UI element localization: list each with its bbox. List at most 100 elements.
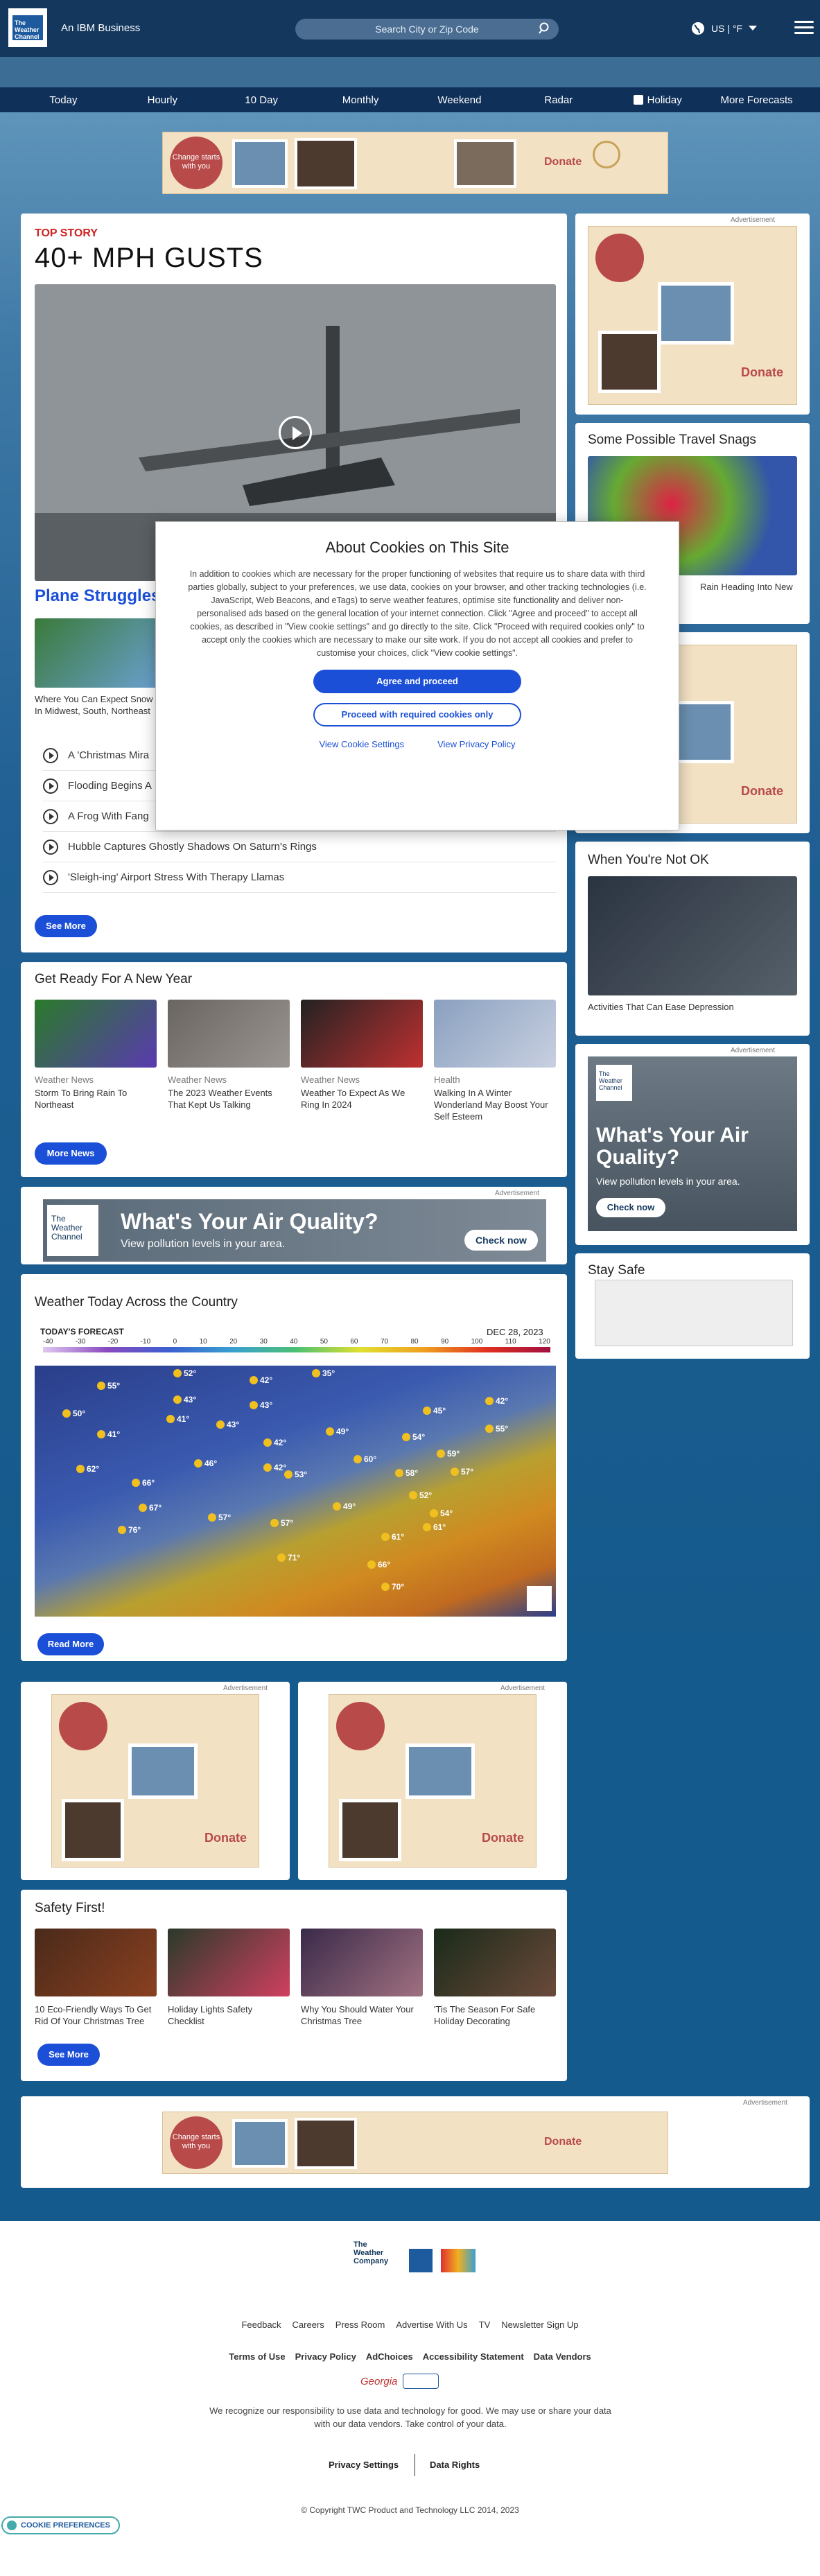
- nav-today[interactable]: Today: [14, 94, 113, 106]
- ny-thumb-4[interactable]: [434, 1000, 556, 1068]
- list-item[interactable]: Hubble Captures Ghostly Shadows On Satur…: [43, 832, 556, 862]
- search-input[interactable]: Search City or Zip Code: [295, 19, 559, 40]
- bottom-ad-right[interactable]: Donate: [329, 1694, 537, 1868]
- scale-label: -40: [43, 1338, 53, 1346]
- nav-10-day[interactable]: 10 Day: [212, 94, 311, 106]
- more-news-button[interactable]: More News: [35, 1142, 107, 1165]
- safety-see-more-button[interactable]: See More: [37, 2044, 100, 2066]
- temp-value: 42°: [496, 1396, 509, 1406]
- shield-icon: [7, 2521, 17, 2530]
- wu-logo[interactable]: [441, 2249, 476, 2272]
- footer-link[interactable]: Advertise With Us: [396, 2320, 467, 2330]
- weather-icon: [76, 1465, 85, 1473]
- footer-link[interactable]: Feedback: [241, 2320, 281, 2330]
- footer-link[interactable]: Careers: [293, 2320, 324, 2330]
- weather-company-logo[interactable]: The Weather Company: [354, 2240, 392, 2282]
- privacy-settings-link[interactable]: Privacy Settings: [329, 2460, 399, 2470]
- top-story-headline[interactable]: 40+ MPH GUSTS: [35, 243, 263, 274]
- footer-link[interactable]: AdChoices: [366, 2351, 413, 2362]
- ny-thumb-1[interactable]: [35, 1000, 157, 1068]
- nav-holiday[interactable]: Holiday: [608, 94, 707, 106]
- ny-title-4[interactable]: Walking In A Winter Wonderland May Boost…: [434, 1087, 552, 1122]
- not-ok-caption[interactable]: Activities That Can Ease Depression: [588, 1001, 734, 1013]
- footer-link[interactable]: Privacy Policy: [295, 2351, 356, 2362]
- not-ok-title[interactable]: When You're Not OK: [588, 853, 709, 868]
- temp-value: 49°: [343, 1502, 356, 1511]
- stay-safe-title[interactable]: Stay Safe: [588, 1263, 645, 1278]
- footer-link[interactable]: TV: [479, 2320, 491, 2330]
- donate-label: Donate: [482, 1831, 525, 1845]
- temp-value: 43°: [260, 1400, 273, 1410]
- footer-link[interactable]: Newsletter Sign Up: [501, 2320, 578, 2330]
- new-year-title[interactable]: Get Ready For A New Year: [35, 972, 192, 987]
- read-more-button[interactable]: Read More: [37, 1633, 104, 1655]
- georgia-badge[interactable]: Georgia: [360, 2374, 439, 2389]
- top-ad-banner[interactable]: Change starts with you Donate: [162, 132, 668, 194]
- nav-more-forecasts[interactable]: More Forecasts: [707, 94, 806, 106]
- twc-logo[interactable]: The Weather Channel: [8, 8, 47, 47]
- list-item[interactable]: 'Sleigh-ing' Airport Stress With Therapy…: [43, 862, 556, 893]
- ny-cat-3: Weather News: [301, 1074, 360, 1085]
- air-quality-banner[interactable]: The Weather Channel What's Your Air Qual…: [43, 1199, 546, 1262]
- temp-value: 57°: [281, 1518, 294, 1528]
- safety-title-4[interactable]: 'Tis The Season For Safe Holiday Decorat…: [434, 2003, 556, 2027]
- nav-monthly[interactable]: Monthly: [311, 94, 410, 106]
- footer-links-row2: Terms of Use Privacy Policy AdChoices Ac…: [0, 2351, 820, 2362]
- twc-logo: The Weather Channel: [47, 1205, 98, 1256]
- ny-title-2[interactable]: The 2023 Weather Events That Kept Us Tal…: [168, 1087, 286, 1111]
- unit-selector[interactable]: US | °F: [690, 21, 758, 36]
- safety-thumb-3[interactable]: [301, 1929, 423, 1996]
- plane-struggles-title[interactable]: Plane Struggles: [35, 586, 160, 606]
- check-now-button[interactable]: Check now: [596, 1198, 665, 1217]
- air-banner-check-now[interactable]: Check now: [464, 1230, 538, 1251]
- twc-footer-logo[interactable]: [409, 2249, 433, 2272]
- view-cookie-settings-link[interactable]: View Cookie Settings: [319, 739, 404, 749]
- safety-thumb-4[interactable]: [434, 1929, 556, 1996]
- weather-icon: [132, 1479, 140, 1487]
- ny-title-3[interactable]: Weather To Expect As We Ring In 2024: [301, 1087, 419, 1111]
- footer-link[interactable]: Terms of Use: [229, 2351, 285, 2362]
- temp-value: 58°: [405, 1468, 419, 1478]
- not-ok-thumbnail[interactable]: [588, 876, 797, 995]
- safety-thumb-1[interactable]: [35, 1929, 157, 1996]
- scale-label: 60: [350, 1338, 358, 1346]
- view-privacy-policy-link[interactable]: View Privacy Policy: [437, 739, 515, 749]
- snow-card-title[interactable]: Where You Can Expect Snow In Midwest, So…: [35, 693, 159, 717]
- footer-link[interactable]: Accessibility Statement: [423, 2351, 524, 2362]
- weather-map-title[interactable]: Weather Today Across the Country: [35, 1295, 238, 1310]
- travel-caption[interactable]: Rain Heading Into New: [700, 581, 793, 593]
- sidebar-ad-creative[interactable]: Donate: [588, 226, 797, 405]
- ny-title-1[interactable]: Storm To Bring Rain To Northeast: [35, 1087, 152, 1111]
- travel-snags-title[interactable]: Some Possible Travel Snags: [588, 433, 756, 448]
- ny-thumb-2[interactable]: [168, 1000, 290, 1068]
- us-weather-map[interactable]: 52° 55° 42° 35° 43° 43° 45° 42° 50° 41° 43° 49° 41° 5…: [35, 1366, 556, 1617]
- safety-title-2[interactable]: Holiday Lights Safety Checklist: [168, 2003, 290, 2027]
- safety-thumb-2[interactable]: [168, 1929, 290, 1996]
- bottom-ad-left[interactable]: Donate: [51, 1694, 259, 1868]
- agree-and-proceed-button[interactable]: Agree and proceed: [313, 670, 521, 693]
- ad-label: Advertisement: [731, 1047, 775, 1054]
- see-more-button[interactable]: See More: [35, 915, 97, 937]
- footer-link[interactable]: Data Vendors: [534, 2351, 591, 2362]
- ny-thumb-3[interactable]: [301, 1000, 423, 1068]
- safety-title-3[interactable]: Why You Should Water Your Christmas Tree: [301, 2003, 423, 2027]
- hamburger-menu-icon[interactable]: [794, 21, 814, 35]
- scale-label: 40: [290, 1338, 298, 1346]
- nav-hourly[interactable]: Hourly: [113, 94, 212, 106]
- weather-icon: [423, 1523, 431, 1531]
- bottom-ad-banner[interactable]: Change starts with you Donate: [162, 2112, 668, 2174]
- nav-radar[interactable]: Radar: [509, 94, 608, 106]
- safety-title[interactable]: Safety First!: [35, 1901, 105, 1916]
- air-quality-ad[interactable]: The Weather Channel What's Your Air Qual…: [588, 1056, 797, 1231]
- play-icon[interactable]: [279, 416, 312, 449]
- temp-badge: 52°: [173, 1368, 196, 1378]
- data-rights-link[interactable]: Data Rights: [430, 2460, 480, 2470]
- cookie-preferences-button[interactable]: COOKIE PREFERENCES: [1, 2516, 120, 2534]
- donate-label: Donate: [741, 784, 784, 798]
- required-cookies-only-button[interactable]: Proceed with required cookies only: [313, 703, 521, 726]
- safety-title-1[interactable]: 10 Eco-Friendly Ways To Get Rid Of Your …: [35, 2003, 157, 2027]
- nav-weekend[interactable]: Weekend: [410, 94, 509, 106]
- snow-map-thumbnail[interactable]: [35, 618, 159, 688]
- footer-link[interactable]: Press Room: [335, 2320, 385, 2330]
- weather-icon: [250, 1401, 258, 1409]
